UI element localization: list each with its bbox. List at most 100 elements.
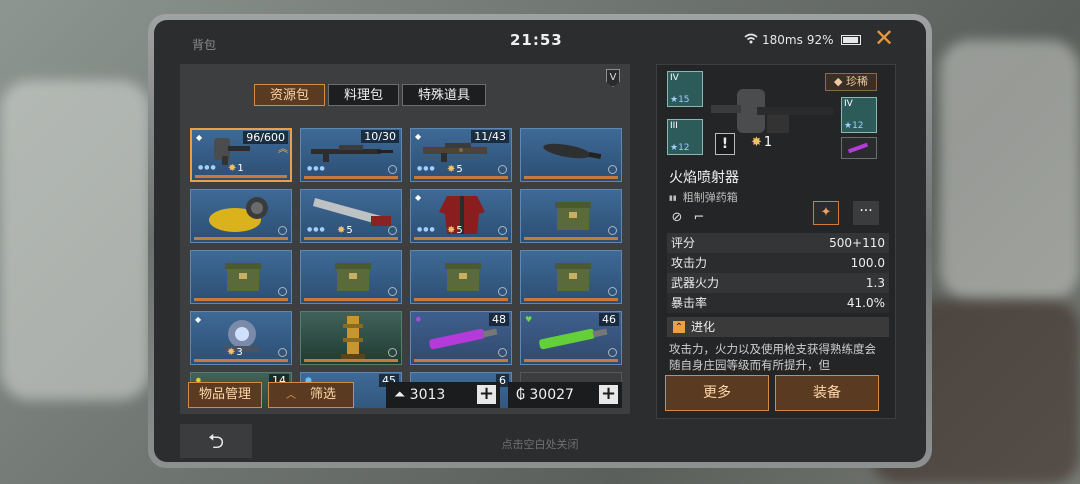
item-slot-purple-syringe[interactable]: ✹ 48 — [410, 311, 512, 365]
durability-bar — [414, 237, 508, 240]
parts-icon: ⏶ — [394, 387, 406, 403]
item-count: 11/43 — [471, 130, 509, 143]
clock: 21:53 — [510, 31, 563, 49]
item-slot-supply-crate[interactable] — [520, 250, 622, 304]
more-options-icon[interactable]: ··· — [853, 201, 879, 225]
ring-icon — [388, 287, 397, 296]
item-slot-saw-blade[interactable]: ●●● 5 — [300, 189, 402, 243]
item-management-button[interactable]: 物品管理 — [188, 382, 262, 408]
durability-bar — [304, 237, 398, 240]
ring-icon — [608, 348, 617, 357]
ring-icon — [278, 287, 287, 296]
mod-slot-right[interactable]: IV ★12 — [841, 97, 877, 133]
warning-icon[interactable]: ! — [715, 133, 735, 155]
ring-icon — [608, 287, 617, 296]
close-icon[interactable]: ✕ — [874, 26, 894, 50]
ping-text: 180ms — [762, 33, 803, 47]
currency-coins: ₲ 30027 + — [508, 382, 622, 408]
equip-button[interactable]: 装备 — [775, 375, 879, 411]
item-name: 火焰喷射器 — [669, 170, 739, 186]
ring-icon — [498, 348, 507, 357]
item-level: 1 — [751, 135, 772, 150]
item-slot-rocket[interactable] — [520, 128, 622, 182]
supply-crate-icon — [555, 263, 591, 291]
item-level: 5 — [447, 164, 462, 175]
item-slot-supply-crate[interactable] — [190, 250, 292, 304]
mod-dots: ●●● — [417, 165, 436, 172]
battery-text: 92% — [806, 33, 834, 47]
green-syringe-icon — [539, 328, 608, 350]
brass-device-icon — [341, 316, 365, 360]
durability-bar — [195, 175, 287, 178]
add-parts-button[interactable]: + — [477, 385, 496, 404]
wifi-icon — [744, 33, 758, 47]
status-bar: 背包 21:53 180ms 92% ✕ — [154, 20, 926, 60]
stat-key: 攻击力 — [671, 256, 708, 270]
supply-crate-icon — [225, 263, 261, 291]
stat-key: 武器火力 — [671, 276, 720, 290]
more-button[interactable]: 更多 — [665, 375, 769, 411]
purple-syringe-icon — [429, 328, 498, 350]
durability-bar — [524, 298, 618, 301]
item-slot-flamethrower[interactable]: ◆ 96/600 ︽ ●●● 1 — [190, 128, 292, 182]
item-slot-jacket[interactable]: ◆ ●●● 5 — [410, 189, 512, 243]
inventory-panel: 资源包 料理包 特殊道具 V ◆ 96/600 ︽ ●●● 1 10 — [180, 64, 630, 414]
supply-crate-icon — [445, 263, 481, 291]
item-level: 3 — [227, 347, 242, 358]
rarity-badge: ◆ 珍稀 — [825, 73, 877, 91]
item-level: 5 — [337, 225, 352, 236]
item-slot-rifle[interactable]: 10/30 ●●● — [300, 128, 402, 182]
currency-parts: ⏶ 3013 + — [386, 382, 500, 408]
skill-icon[interactable]: ✦ — [813, 201, 839, 225]
mod-dots: ●●● — [417, 226, 436, 233]
item-count: 10/30 — [361, 130, 399, 143]
durability-bar — [414, 298, 508, 301]
battery-icon — [840, 35, 861, 45]
mod-dots: ●●● — [307, 165, 326, 172]
item-slot-supply-crate[interactable] — [520, 189, 622, 243]
chainsaw-icon — [209, 197, 268, 232]
stat-key: 评分 — [671, 236, 696, 250]
item-slot-brass-device[interactable] — [300, 311, 402, 365]
add-coins-button[interactable]: + — [599, 385, 618, 404]
item-slot-green-syringe[interactable]: ♥ 46 — [520, 311, 622, 365]
syringe-icon — [847, 142, 869, 154]
durability-bar — [524, 359, 618, 362]
stat-value: 1.3 — [865, 276, 885, 290]
cooldown-icon[interactable]: ⊘ — [667, 209, 687, 227]
tab-special-items[interactable]: 特殊道具 — [402, 84, 487, 106]
tab-resource-pack[interactable]: 资源包 — [254, 84, 326, 106]
mod-slot-bottom-left[interactable]: III ★12 — [667, 119, 703, 155]
diamond-icon: ◆ — [196, 133, 203, 142]
mod-dots: ●●● — [198, 164, 217, 171]
stat-key: 暴击率 — [671, 296, 708, 310]
mod-slot-top-left[interactable]: IV ★15 — [667, 71, 703, 107]
ring-icon — [388, 348, 397, 357]
item-slot-supply-crate[interactable] — [410, 250, 512, 304]
ring-icon — [608, 165, 617, 174]
durability-bar — [414, 359, 508, 362]
stat-row: 攻击力 100.0 — [667, 253, 889, 273]
item-slot-supply-crate[interactable] — [300, 250, 402, 304]
diamond-icon: ◆ — [415, 193, 422, 202]
item-level: 1 — [228, 163, 243, 174]
durability-bar — [304, 176, 398, 179]
ring-icon — [278, 348, 287, 357]
tab-cooking-pack[interactable]: 料理包 — [328, 84, 400, 106]
mod-slot-syringe[interactable] — [841, 137, 877, 159]
item-slot-drone-core[interactable]: ◆ 3 — [190, 311, 292, 365]
diamond-icon: ◆ — [195, 315, 202, 324]
item-count: 48 — [489, 313, 509, 326]
close-hint: 点击空白处关闭 — [501, 438, 579, 451]
weapon-type-icon[interactable]: ⌐ — [689, 209, 709, 227]
game-screen: 背包 21:53 180ms 92% ✕ 资源包 料理包 特殊道具 V ◆ 96… — [154, 20, 926, 462]
stat-value: 100.0 — [850, 256, 885, 270]
durability-bar — [524, 176, 618, 179]
item-slot-chainsaw[interactable] — [190, 189, 292, 243]
evolution-header[interactable]: 进化 — [667, 317, 889, 337]
mod-tier: IV — [844, 99, 853, 109]
filter-button[interactable]: ︿ 筛选 — [268, 382, 354, 408]
item-slot-camo-rifle[interactable]: ◆ 11/43 ●●● 5 — [410, 128, 512, 182]
ring-icon — [608, 226, 617, 235]
ring-icon — [388, 165, 397, 174]
